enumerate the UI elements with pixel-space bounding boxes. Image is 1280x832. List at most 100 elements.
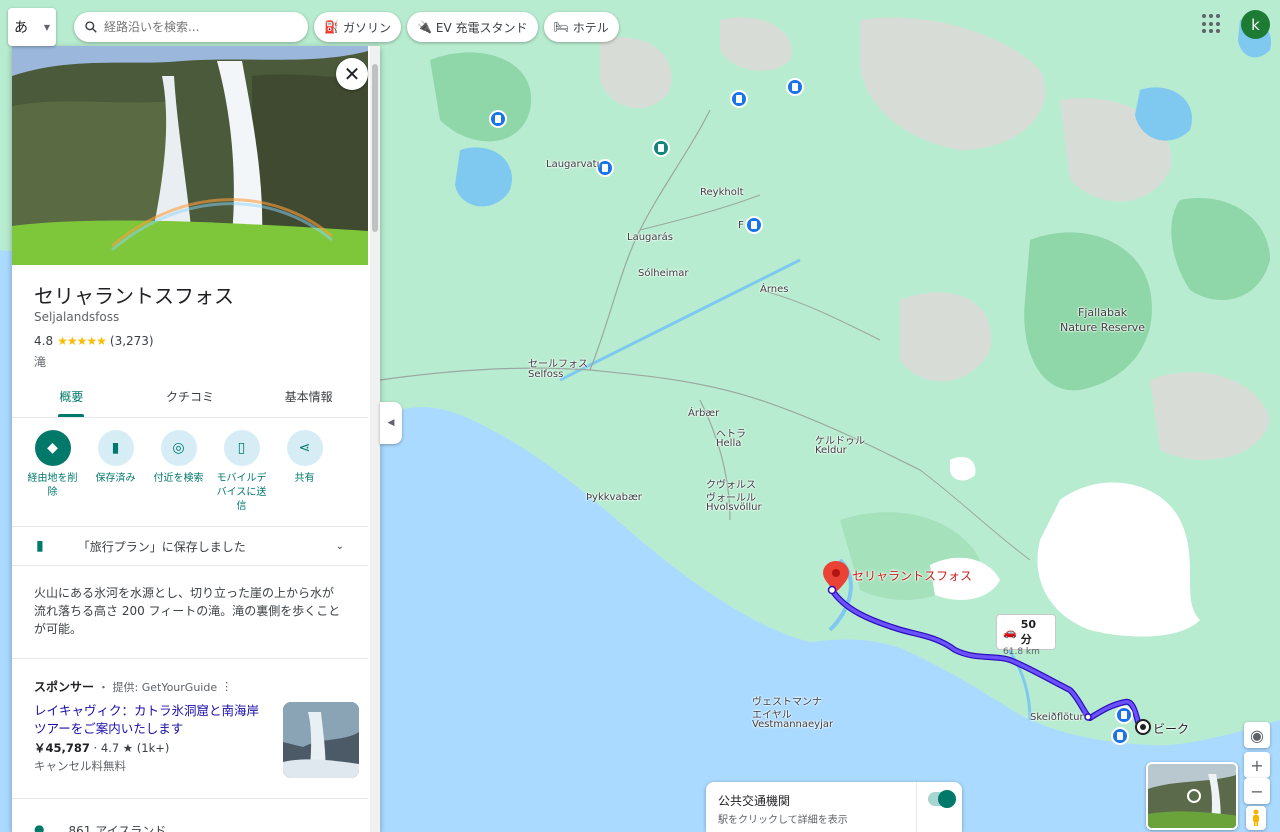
route-info-box[interactable]: 🚗 50 分 61.8 km: [996, 614, 1056, 657]
map-label-selfoss: Selfoss: [528, 369, 564, 380]
chevron-down-icon: ▼: [43, 22, 50, 32]
send-to-phone-button[interactable]: ▯ モバイルデバイスに送信: [213, 430, 270, 514]
sponsor-header: スポンサー ・ 提供: GetYourGuide ⋮: [34, 678, 232, 695]
route-distance: 61.8 km: [1003, 647, 1040, 657]
more-vert-icon[interactable]: ⋮: [221, 680, 232, 693]
map-label-thykkvabaer: Þykkvabær: [586, 492, 642, 503]
search-icon: [85, 21, 97, 33]
nearby-button[interactable]: ◎ 付近を検索: [150, 430, 207, 514]
car-icon: 🚗: [1003, 626, 1017, 639]
share-button[interactable]: ⋖ 共有: [276, 430, 333, 514]
chip-ev-label: EV 充電スタンド: [435, 20, 528, 35]
map-label-fjallabak-2: Nature Reserve: [1060, 321, 1146, 334]
nearby-icon: ◎: [160, 430, 197, 466]
route-search-box[interactable]: [74, 12, 308, 42]
chip-hotel[interactable]: 🛏 ホテル: [543, 12, 619, 42]
divider: [12, 658, 368, 659]
plus-icon: +: [1250, 755, 1264, 775]
minus-icon: −: [1250, 781, 1264, 801]
remove-stop-button[interactable]: ◆ 経由地を削除: [24, 430, 81, 514]
map-poi-pin[interactable]: [1111, 727, 1129, 745]
place-panel: ✕ セリャラントスフォス Seljalandsfoss 4.8 ★★★★★ (3…: [12, 46, 380, 832]
panel-scrollbar[interactable]: [370, 46, 380, 832]
send-to-phone-label: モバイルデバイスに送信: [216, 473, 267, 512]
street-view-thumbnail[interactable]: [1146, 762, 1238, 830]
map-label-arnes: Árnes: [760, 284, 789, 295]
transit-toggle[interactable]: [928, 790, 956, 808]
map-label-solheimar: Sólheimar: [638, 268, 689, 279]
suitcase-icon: ▮: [97, 430, 134, 466]
map-label-laugarvatn: Laugarvatı: [546, 159, 600, 170]
place-photo[interactable]: [12, 46, 368, 265]
map-poi-pin[interactable]: [652, 139, 670, 157]
chip-hotel-label: ホテル: [572, 20, 609, 35]
address-row[interactable]: ● 861 アイスランド: [34, 822, 166, 832]
tab-about[interactable]: 基本情報: [249, 376, 368, 417]
map-poi-pin[interactable]: [489, 110, 507, 128]
action-row: ◆ 経由地を削除 ▮ 保存済み ◎ 付近を検索 ▯ モバイルデバイスに送信 ⋖ …: [24, 430, 333, 514]
apps-grid-icon[interactable]: [1202, 14, 1222, 34]
map-label-f: F: [738, 220, 744, 231]
pegman-icon[interactable]: [1246, 806, 1266, 830]
saved-list-text: 「旅行プラン」に保存しました: [77, 539, 246, 554]
map-label-hvolsvollur: Hvolsvöllur: [706, 502, 762, 513]
saved-label: 保存済み: [95, 473, 136, 484]
map-label-laugaras: Laugarás: [627, 232, 673, 243]
zoom-in-button[interactable]: +: [1244, 752, 1270, 778]
ad-rating: · 4.7 ★ (1k+): [93, 741, 170, 755]
collapse-panel-button[interactable]: ◀: [380, 402, 402, 444]
divider: [12, 798, 368, 799]
map-poi-pin[interactable]: [1115, 706, 1133, 724]
chip-ev[interactable]: 🔌 EV 充電スタンド: [406, 12, 538, 42]
address-text: 861 アイスランド: [68, 824, 167, 832]
ad-price-value: ￥45,787: [34, 741, 90, 755]
my-location-icon: ◉: [1250, 725, 1264, 745]
map-label-hella: Hella: [716, 438, 742, 449]
ad-cancel: キャンセル料無料: [34, 759, 126, 773]
map-label-keldur: Keldur: [815, 445, 847, 456]
destination-label[interactable]: セリャラントスフォス: [852, 567, 972, 584]
review-count[interactable]: (3,273): [110, 334, 154, 348]
remove-stop-label: 経由地を削除: [27, 473, 78, 498]
my-location-button[interactable]: ◉: [1244, 722, 1270, 748]
chevron-down-icon: ⌄: [335, 540, 344, 552]
star-icon: ★★★★★: [57, 334, 107, 348]
ime-switcher[interactable]: あ ▼: [8, 8, 56, 46]
share-icon: ⋖: [286, 430, 323, 466]
gas-station-icon: ⛽: [324, 20, 339, 34]
map-label-reykholt: Reykholt: [700, 187, 744, 198]
place-category[interactable]: 滝: [34, 353, 46, 370]
close-icon[interactable]: ✕: [336, 58, 368, 90]
chip-gas-label: ガソリン: [342, 20, 391, 35]
chip-gas[interactable]: ⛽ ガソリン: [314, 12, 401, 42]
tab-overview[interactable]: 概要: [12, 376, 131, 417]
nearby-label: 付近を検索: [153, 473, 204, 484]
ad-title-link[interactable]: レイキャヴィク：カトラ氷洞窟と南海岸ツアーをご案内いたします: [34, 702, 262, 738]
map-label-origin: ビーク: [1153, 722, 1190, 736]
map-poi-pin[interactable]: [745, 216, 763, 234]
ime-label: あ: [14, 20, 28, 36]
zoom-out-button[interactable]: −: [1244, 778, 1270, 804]
remove-stop-icon: ◆: [34, 430, 71, 466]
transit-layer-card[interactable]: 公共交通機関 駅をクリックして詳細を表示: [706, 782, 962, 832]
sponsor-label: スポンサー: [34, 680, 95, 694]
place-description: 火山にある氷河を水源とし、切り立った崖の上から水が流れ落ちる高さ 200 フィー…: [34, 586, 341, 636]
transit-title: 公共交通機関: [718, 794, 791, 808]
transit-subtitle: 駅をクリックして詳細を表示: [718, 815, 848, 826]
saved-list-row[interactable]: ▮ 「旅行プラン」に保存しました ⌄: [12, 526, 368, 566]
location-pin-icon: ●: [34, 822, 45, 832]
avatar[interactable]: k: [1241, 10, 1270, 39]
map-label-selfoss-jp: セールフォス: [528, 359, 588, 370]
map-poi-pin[interactable]: [786, 78, 804, 96]
search-input[interactable]: [104, 20, 284, 34]
saved-button[interactable]: ▮ 保存済み: [87, 430, 144, 514]
divider: [916, 782, 917, 832]
share-label: 共有: [294, 473, 315, 484]
tab-reviews[interactable]: クチコミ: [131, 376, 250, 417]
suitcase-icon: ▮: [36, 538, 44, 554]
map-poi-pin[interactable]: [730, 90, 748, 108]
ad-thumbnail[interactable]: [283, 702, 359, 778]
place-rating: 4.8 ★★★★★ (3,273): [34, 334, 154, 348]
top-bar: あ ▼ ⛽ガソリン 🔌EV 充電スタンド 🛏ホテル: [8, 8, 619, 46]
ev-charging-icon: 🔌: [416, 20, 432, 34]
